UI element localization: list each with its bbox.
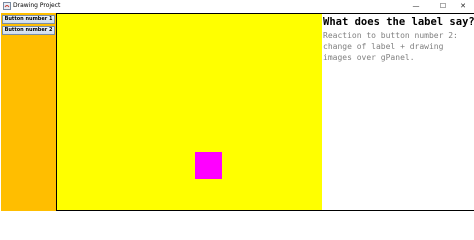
label-line-1: Reaction to button number 2: — [323, 31, 458, 40]
close-icon[interactable]: ✕ — [452, 0, 474, 12]
window-title: Drawing Project — [13, 2, 61, 9]
java-app-icon — [3, 2, 11, 10]
app-window: Drawing Project — ☐ ✕ Button number 1 Bu… — [0, 0, 474, 211]
button-number-2[interactable]: Button number 2 — [2, 26, 55, 35]
g-panel-canvas[interactable] — [56, 13, 323, 211]
title-bar: Drawing Project — ☐ ✕ — [0, 0, 474, 12]
label-line-2: change of label + drawing — [323, 42, 444, 51]
label-panel: What does the label say? Reaction to but… — [322, 13, 474, 211]
content-area: Button number 1 Button number 2 What doe… — [0, 12, 474, 211]
magenta-square — [195, 152, 222, 179]
minimize-icon[interactable]: — — [405, 0, 427, 12]
button-panel: Button number 1 Button number 2 — [1, 13, 56, 211]
label-heading: What does the label say? — [323, 16, 474, 28]
button-number-1[interactable]: Button number 1 — [2, 15, 55, 24]
maximize-icon[interactable]: ☐ — [432, 0, 454, 12]
label-text: Reaction to button number 2: change of l… — [323, 30, 471, 63]
label-line-3: images over gPanel. — [323, 53, 415, 62]
